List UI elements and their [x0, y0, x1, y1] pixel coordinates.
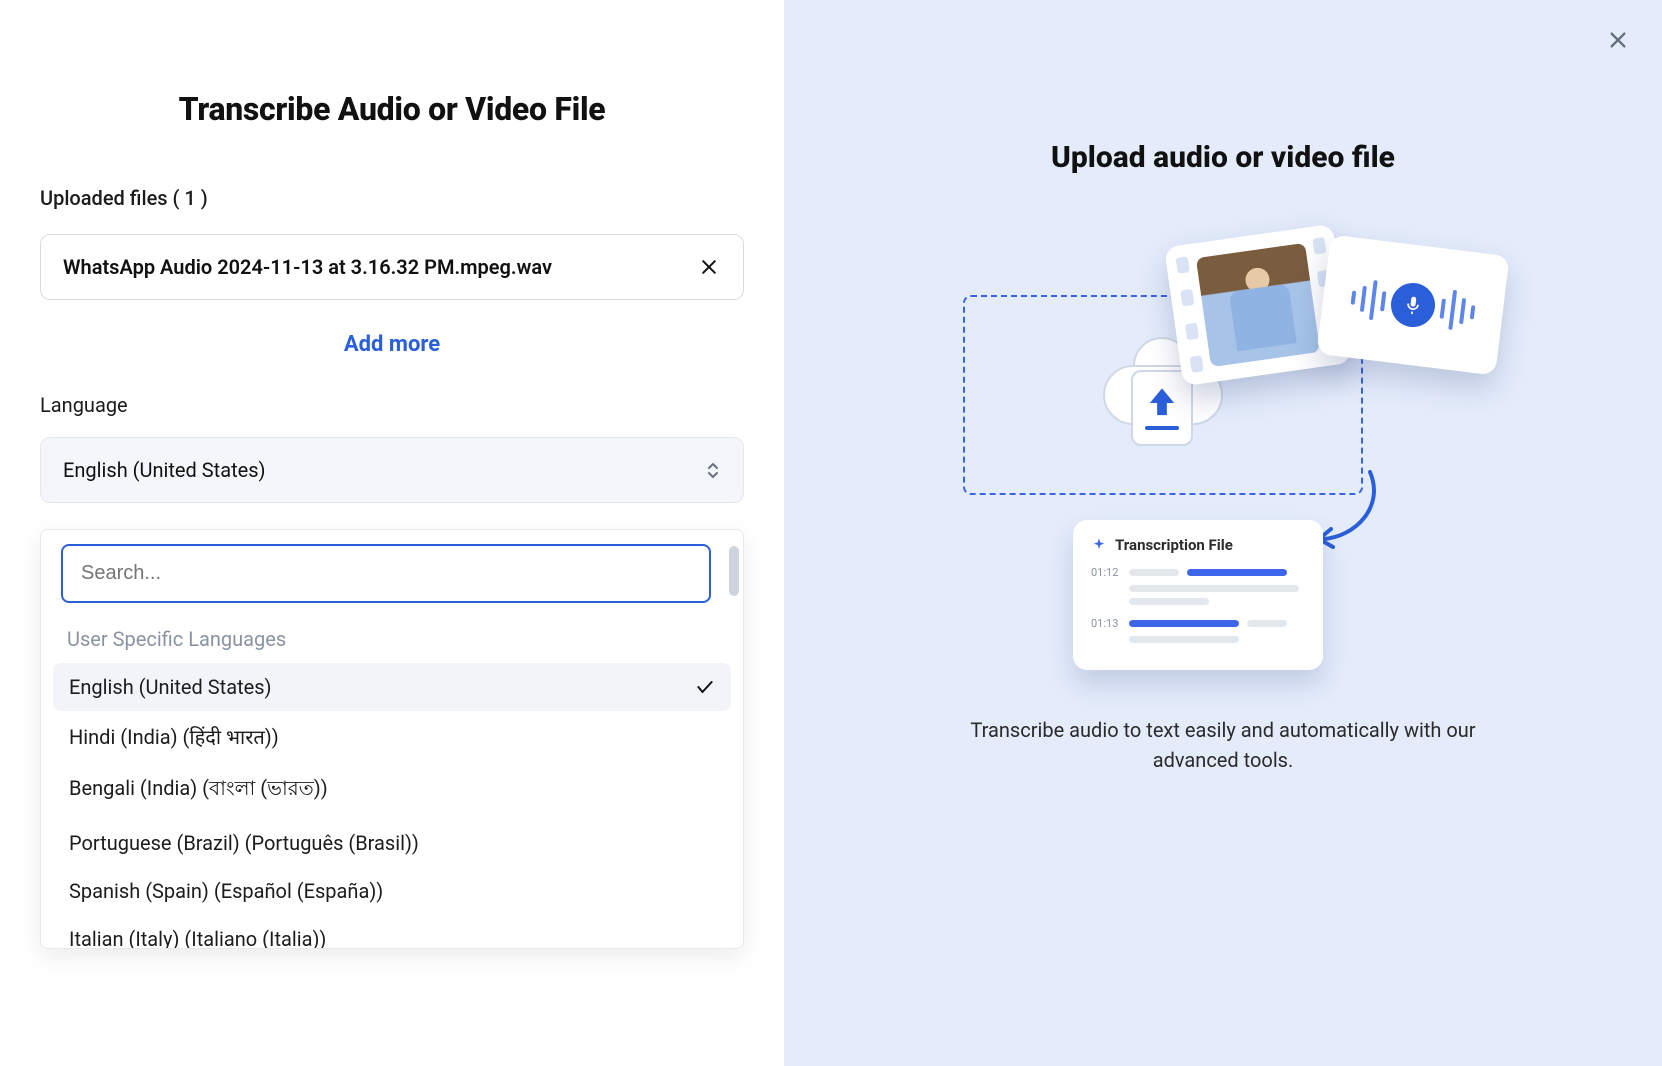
- language-option[interactable]: Portuguese (Brazil) (Português (Brasil)): [53, 819, 731, 867]
- right-panel: Upload audio or video file: [784, 0, 1662, 1066]
- microphone-icon: [1388, 280, 1437, 329]
- close-icon: [699, 257, 719, 277]
- language-label: Language: [40, 393, 744, 417]
- check-icon: [695, 677, 715, 697]
- language-option-label: Portuguese (Brazil) (Português (Brasil)): [69, 831, 419, 855]
- transcription-card-title: Transcription File: [1115, 536, 1233, 554]
- timestamp: 01:12: [1091, 566, 1121, 579]
- uploaded-file-chip: WhatsApp Audio 2024-11-13 at 3.16.32 PM.…: [40, 234, 744, 300]
- language-option[interactable]: Italian (Italy) (Italiano (Italia)): [53, 915, 731, 949]
- language-option-label: English (United States): [69, 675, 272, 699]
- language-group-label: User Specific Languages: [53, 621, 731, 663]
- language-select-value: English (United States): [63, 458, 266, 482]
- language-option[interactable]: English (United States): [53, 663, 731, 711]
- sparkle-icon: [1091, 537, 1107, 553]
- language-option[interactable]: Spanish (Spain) (Español (España)): [53, 867, 731, 915]
- timestamp: 01:13: [1091, 617, 1121, 630]
- uploaded-files-label: Uploaded files ( 1 ): [40, 186, 744, 210]
- transcription-card-illustration: Transcription File 01:12 01:13: [1073, 520, 1323, 670]
- remove-file-button[interactable]: [697, 255, 721, 279]
- language-search-input[interactable]: [61, 544, 711, 603]
- add-more-button[interactable]: Add more: [40, 332, 744, 357]
- uploaded-file-name: WhatsApp Audio 2024-11-13 at 3.16.32 PM.…: [63, 255, 552, 279]
- language-option-label: Hindi (India) (हिंदी भारत)): [69, 723, 279, 750]
- scrollbar[interactable]: [729, 546, 739, 596]
- language-option-label: Bengali (India) (বাংলা (ভারত)): [69, 774, 328, 807]
- right-description: Transcribe audio to text easily and auto…: [943, 715, 1503, 775]
- close-icon: [1607, 29, 1629, 51]
- page-title: Transcribe Audio or Video File: [40, 90, 744, 128]
- upload-icon: [1131, 370, 1193, 446]
- right-title: Upload audio or video file: [1051, 140, 1395, 175]
- language-dropdown: User Specific Languages English (United …: [40, 529, 744, 949]
- language-option[interactable]: Bengali (India) (বাংলা (ভারত)): [53, 762, 731, 819]
- close-modal-button[interactable]: [1602, 24, 1634, 56]
- language-option-label: Spanish (Spain) (Español (España)): [69, 879, 383, 903]
- language-option-label: Italian (Italy) (Italiano (Italia)): [69, 927, 326, 949]
- upload-illustration: Transcription File 01:12 01:13: [943, 245, 1503, 675]
- arrow-icon: [1315, 467, 1385, 557]
- language-select[interactable]: English (United States): [40, 437, 744, 503]
- video-thumb: [1196, 243, 1320, 367]
- language-option[interactable]: Hindi (India) (हिंदी भारत)): [53, 711, 731, 762]
- chevron-updown-icon: [705, 460, 721, 480]
- left-panel: Transcribe Audio or Video File Uploaded …: [0, 0, 784, 1066]
- audio-card-illustration: [1316, 234, 1509, 375]
